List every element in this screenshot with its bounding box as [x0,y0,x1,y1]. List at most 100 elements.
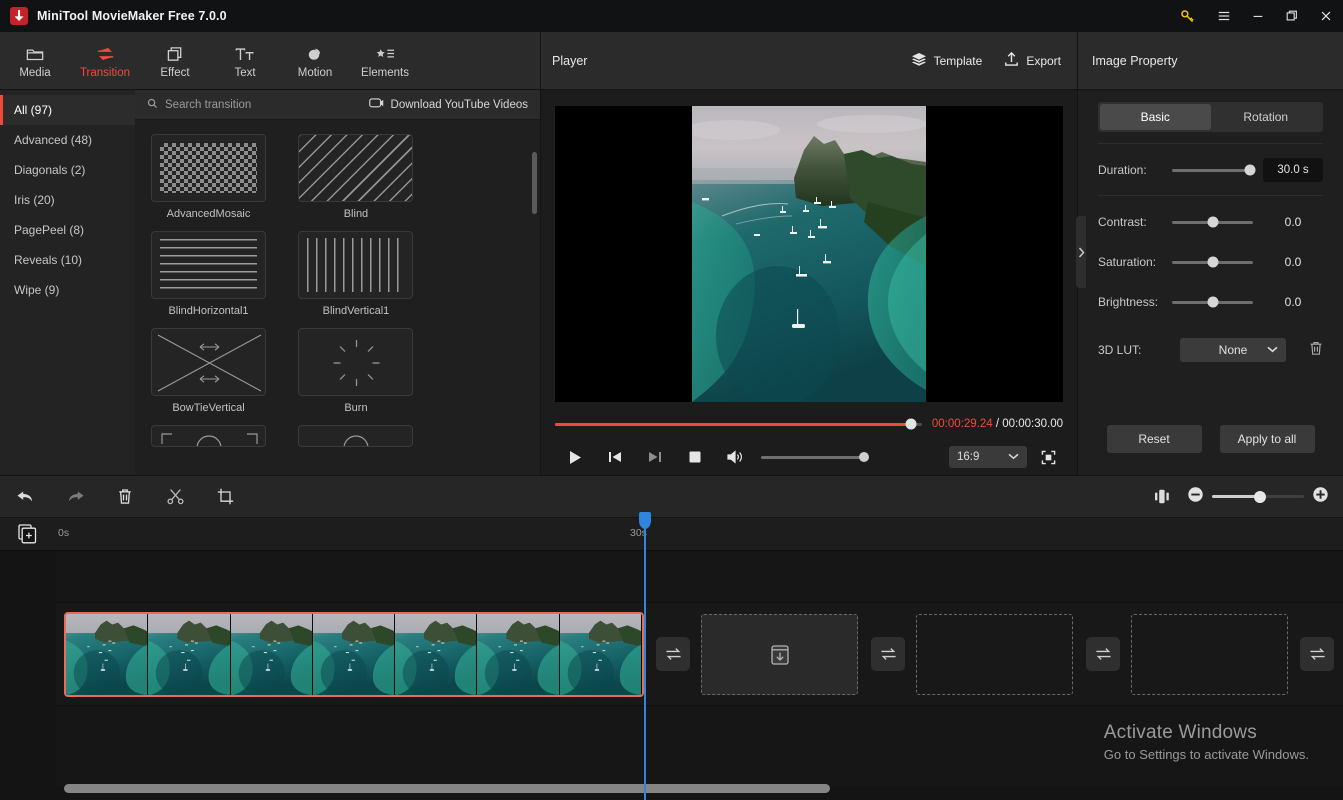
transition-item[interactable] [151,425,282,453]
tab-label: Text [234,66,256,79]
zoom-out-button[interactable] [1187,486,1204,508]
category-item-diagonals[interactable]: Diagonals (2) [0,155,135,185]
stop-button[interactable] [675,442,715,472]
contrast-handle[interactable] [1207,216,1218,228]
seek-handle[interactable] [905,418,917,430]
template-button[interactable]: Template [911,52,982,70]
tab-elements[interactable]: Elements [350,32,420,90]
transition-item[interactable]: Blind [298,134,429,220]
clip-frame [312,614,396,695]
apply-to-all-button[interactable]: Apply to all [1219,425,1315,453]
brightness-slider[interactable] [1172,296,1253,308]
zoom-handle[interactable] [1253,490,1266,503]
clip-frame [148,614,231,695]
category-item-iris[interactable]: Iris (20) [0,185,135,215]
transition-grid[interactable]: AdvancedMosaic Blind BlindHorizontal1 Bl… [135,120,540,475]
player-stage[interactable] [555,106,1063,402]
timeline-playhead[interactable] [639,512,651,800]
split-button[interactable] [150,476,200,518]
export-button[interactable]: Export [1004,51,1061,70]
player-header: Player Template Export [541,32,1077,90]
tab-label: Basic [1140,110,1170,124]
timeline-zoom-slider[interactable] [1212,490,1304,503]
add-media-button[interactable] [18,524,37,549]
search-input[interactable]: Search transition [165,99,251,111]
transition-item[interactable]: BlindHorizontal1 [151,231,282,317]
category-item-advanced[interactable]: Advanced (48) [0,125,135,155]
saturation-handle[interactable] [1207,256,1218,268]
category-item-reveals[interactable]: Reveals (10) [0,245,135,275]
transition-thumb-advancedmosaic [151,134,266,202]
transition-item[interactable]: Burn [298,328,429,414]
download-youtube-videos-button[interactable]: Download YouTube Videos [368,97,528,112]
aspect-ratio-value: 16:9 [957,451,980,463]
category-label: PagePeel (8) [14,223,85,237]
duration-label: Duration: [1098,163,1147,177]
timeline-row-audio[interactable] [56,706,1343,786]
duration-value[interactable]: 30.0 s [1263,158,1323,182]
tab-media[interactable]: Media [0,32,70,90]
dropzone-1[interactable] [701,614,858,695]
crop-button[interactable] [200,476,250,518]
delete-button[interactable] [100,476,150,518]
tab-text[interactable]: Text [210,32,280,90]
redo-button[interactable] [50,476,100,518]
zoom-in-button[interactable] [1312,486,1329,508]
minimize-icon[interactable] [1241,0,1275,32]
fullscreen-button[interactable] [1033,443,1063,471]
volume-handle[interactable] [859,452,869,462]
transition-item[interactable] [298,425,429,453]
next-frame-button[interactable] [635,442,675,472]
lut-value: None [1218,343,1248,357]
category-item-all[interactable]: All (97) [0,95,135,125]
maximize-icon[interactable] [1275,0,1309,32]
video-preview [692,106,926,402]
timeline-horizontal-scrollbar[interactable] [64,784,830,793]
dropzone-2[interactable] [916,614,1073,695]
timeline-zoom-controls [1137,476,1343,518]
tab-rotation[interactable]: Rotation [1211,104,1322,130]
duration-slider[interactable] [1172,164,1256,176]
timeline-row-upper[interactable] [56,551,1343,603]
category-item-pagepeel[interactable]: PagePeel (8) [0,215,135,245]
brightness-handle[interactable] [1207,296,1218,308]
category-item-wipe[interactable]: Wipe (9) [0,275,135,305]
transition-scrollbar[interactable] [532,152,537,214]
timeline-row-video[interactable] [56,603,1343,706]
key-icon[interactable] [1167,0,1207,32]
lut-delete-button[interactable] [1309,341,1323,359]
reset-button[interactable]: Reset [1106,425,1202,453]
previous-frame-button[interactable] [595,442,635,472]
undo-button[interactable] [0,476,50,518]
window-controls [1167,0,1343,32]
seek-bar[interactable] [555,418,922,430]
tab-motion[interactable]: Motion [280,32,350,90]
transition-slot[interactable] [1300,637,1334,671]
category-label: Iris (20) [14,193,55,207]
tab-transition[interactable]: Transition [70,32,140,90]
menu-icon[interactable] [1207,0,1241,32]
video-clip[interactable] [64,612,644,697]
duration-handle[interactable] [1244,164,1256,176]
transition-slot[interactable] [1086,637,1120,671]
saturation-slider[interactable] [1172,256,1253,268]
transition-item[interactable]: BlindVertical1 [298,231,429,317]
dropzone-3[interactable] [1131,614,1288,695]
transition-thumb-partial-b [298,425,414,447]
timeline-ruler[interactable]: 0s 30s [0,518,1343,551]
lut-select[interactable]: None [1180,338,1286,362]
aspect-ratio-select[interactable]: 16:9 [949,446,1027,468]
transition-item[interactable]: BowTieVertical [151,328,282,414]
close-icon[interactable] [1309,0,1343,32]
volume-button[interactable] [715,442,755,472]
contrast-slider[interactable] [1172,216,1253,228]
transition-slot[interactable] [656,637,690,671]
play-button[interactable] [555,442,595,472]
transition-item[interactable]: AdvancedMosaic [151,134,282,220]
tab-basic[interactable]: Basic [1100,104,1211,130]
split-view-icon[interactable] [1137,476,1187,518]
tab-effect[interactable]: Effect [140,32,210,90]
transition-slot[interactable] [871,637,905,671]
volume-slider[interactable] [761,452,869,462]
property-collapse-handle[interactable] [1076,216,1086,288]
